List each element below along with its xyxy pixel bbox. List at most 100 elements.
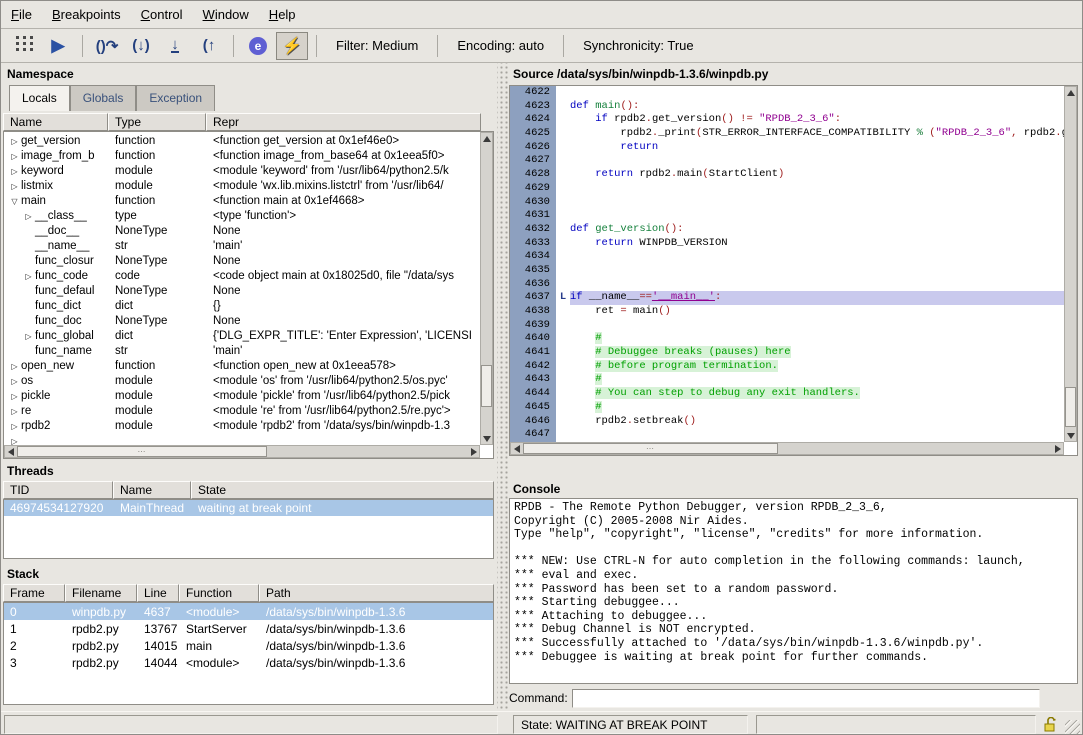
expand-icon[interactable]: ▷ [8, 152, 21, 161]
collapse-icon[interactable]: ▽ [8, 197, 21, 206]
source-line[interactable]: 4625 rpdb2._print(STR_ERROR_INTERFACE_CO… [510, 127, 1064, 141]
menu-control[interactable]: Control [131, 3, 193, 26]
namespace-row[interactable]: ▷keywordmodule<module 'keyword' from '/u… [4, 163, 481, 178]
source-line[interactable]: 4629 [510, 182, 1064, 196]
namespace-row[interactable]: ▷image_from_bfunction<function image_fro… [4, 148, 481, 163]
step-over-button[interactable]: ()↷ [91, 32, 123, 60]
namespace-row[interactable]: ▷rpdb2module<module 'rpdb2' from '/data/… [4, 418, 481, 433]
scrollbar-thumb[interactable] [1065, 387, 1076, 427]
source-line[interactable]: 4627 [510, 154, 1064, 168]
source-line[interactable]: 4628 return rpdb2.main(StartClient) [510, 168, 1064, 182]
scroll-right-icon[interactable] [1055, 445, 1065, 453]
scroll-up-icon[interactable] [1067, 86, 1075, 96]
column-header-filename[interactable]: Filename [65, 584, 137, 602]
scrollbar-thumb[interactable]: ⋯ [17, 446, 267, 457]
goto-button[interactable]: ↓ [159, 32, 191, 60]
source-line[interactable]: 4642 # before program termination. [510, 360, 1064, 374]
source-line[interactable]: 4639 [510, 319, 1064, 333]
encoding-button[interactable]: e [242, 32, 274, 60]
column-header-frame[interactable]: Frame [3, 584, 65, 602]
stack-frame-row[interactable]: 1rpdb2.py13767StartServer/data/sys/bin/w… [4, 620, 493, 637]
menu-help[interactable]: Help [259, 3, 306, 26]
vertical-splitter[interactable] [497, 63, 508, 711]
expand-icon[interactable]: ▷ [8, 392, 21, 401]
tab-globals[interactable]: Globals [70, 85, 137, 111]
source-line[interactable]: 4644 # You can step to debug any exit ha… [510, 387, 1064, 401]
stack-frame-row[interactable]: 3rpdb2.py14044<module>/data/sys/bin/winp… [4, 654, 493, 671]
stack-frame-row[interactable]: 0winpdb.py4637<module>/data/sys/bin/winp… [4, 603, 493, 620]
namespace-row[interactable]: __doc__NoneTypeNone [4, 223, 481, 238]
scroll-right-icon[interactable] [471, 448, 481, 456]
source-line[interactable]: 4635 [510, 264, 1064, 278]
source-line[interactable]: 4634 [510, 250, 1064, 264]
expand-icon[interactable]: ▷ [8, 137, 21, 146]
namespace-row[interactable]: ▷func_globaldict{'DLG_EXPR_TITLE': 'Ente… [4, 328, 481, 343]
namespace-row[interactable]: ▷listmixmodule<module 'wx.lib.mixins.lis… [4, 178, 481, 193]
source-code-area[interactable]: 46224623def main():4624 if rpdb2.get_ver… [509, 85, 1078, 456]
tab-exception[interactable]: Exception [136, 85, 215, 111]
source-line[interactable]: 4640 # [510, 332, 1064, 346]
break-button[interactable] [8, 32, 40, 60]
namespace-row[interactable]: ▽mainfunction<function main at 0x1ef4668… [4, 193, 481, 208]
expand-icon[interactable]: ▷ [8, 362, 21, 371]
expand-icon[interactable]: ▷ [22, 332, 35, 341]
column-header-state[interactable]: State [191, 481, 494, 499]
return-button[interactable]: (↑ [193, 32, 225, 60]
menu-file[interactable]: File [1, 3, 42, 26]
scrollbar-thumb[interactable] [481, 365, 492, 407]
source-line[interactable]: 4638 ret = main() [510, 305, 1064, 319]
source-line[interactable]: 4633 return WINPDB_VERSION [510, 237, 1064, 251]
expand-icon[interactable]: ▷ [22, 212, 35, 221]
namespace-row[interactable]: func_defaulNoneTypeNone [4, 283, 481, 298]
scroll-down-icon[interactable] [1067, 433, 1075, 443]
namespace-row[interactable]: __name__str'main' [4, 238, 481, 253]
namespace-row[interactable]: ▷osmodule<module 'os' from '/usr/lib64/p… [4, 373, 481, 388]
namespace-row[interactable]: func_namestr'main' [4, 343, 481, 358]
source-line[interactable]: 4641 # Debuggee breaks (pauses) here [510, 346, 1064, 360]
namespace-row[interactable]: ▷get_versionfunction<function get_versio… [4, 133, 481, 148]
source-line[interactable]: 4622 [510, 86, 1064, 100]
namespace-hscrollbar[interactable]: ⋯ [4, 445, 480, 458]
column-header-name[interactable]: Name [113, 481, 191, 499]
menu-window[interactable]: Window [193, 3, 259, 26]
source-line[interactable]: 4647 [510, 428, 1064, 442]
namespace-row[interactable]: ▷picklemodule<module 'pickle' from '/usr… [4, 388, 481, 403]
column-header-function[interactable]: Function [179, 584, 259, 602]
scroll-left-icon[interactable] [4, 448, 14, 456]
source-line[interactable]: 4624 if rpdb2.get_version() != "RPDB_2_3… [510, 113, 1064, 127]
namespace-row[interactable]: func_closurNoneTypeNone [4, 253, 481, 268]
stack-frame-row[interactable]: 2rpdb2.py14015main/data/sys/bin/winpdb-1… [4, 637, 493, 654]
column-header-name[interactable]: Name [3, 113, 108, 131]
expand-icon[interactable]: ▷ [22, 272, 35, 281]
namespace-vscrollbar[interactable] [480, 132, 493, 445]
expand-icon[interactable]: ▷ [8, 182, 21, 191]
expand-icon[interactable]: ▷ [8, 377, 21, 386]
scroll-down-icon[interactable] [483, 436, 491, 446]
column-header-line[interactable]: Line [137, 584, 179, 602]
source-line[interactable]: 4636 [510, 278, 1064, 292]
namespace-row[interactable]: func_docNoneTypeNone [4, 313, 481, 328]
scrollbar-thumb[interactable]: ⋯ [523, 443, 778, 454]
column-header-type[interactable]: Type [108, 113, 206, 131]
expand-icon[interactable]: ▷ [8, 422, 21, 431]
source-line[interactable]: 4646 rpdb2.setbreak() [510, 415, 1064, 429]
source-line[interactable]: 4632def get_version(): [510, 223, 1064, 237]
thread-row[interactable]: 46974534127920MainThreadwaiting at break… [4, 500, 493, 516]
namespace-row[interactable]: ▷func_codecode<code object main at 0x180… [4, 268, 481, 283]
step-into-button[interactable]: (↓) [125, 32, 157, 60]
expand-icon[interactable]: ▷ [8, 167, 21, 176]
column-header-tid[interactable]: TID [3, 481, 113, 499]
column-header-path[interactable]: Path [259, 584, 494, 602]
source-line[interactable]: 4643 # [510, 373, 1064, 387]
source-line[interactable]: 4630 [510, 196, 1064, 210]
menu-breakpoints[interactable]: Breakpoints [42, 3, 131, 26]
source-line[interactable]: 4637Lif __name__=='__main__': [510, 291, 1064, 305]
tab-locals[interactable]: Locals [9, 85, 70, 111]
source-vscrollbar[interactable] [1064, 86, 1077, 442]
scroll-left-icon[interactable] [510, 445, 520, 453]
command-input[interactable] [572, 689, 1040, 708]
source-line[interactable]: 4631 [510, 209, 1064, 223]
source-line[interactable]: 4623def main(): [510, 100, 1064, 114]
expand-icon[interactable]: ▷ [8, 407, 21, 416]
go-button[interactable]: ▶ [42, 32, 74, 60]
